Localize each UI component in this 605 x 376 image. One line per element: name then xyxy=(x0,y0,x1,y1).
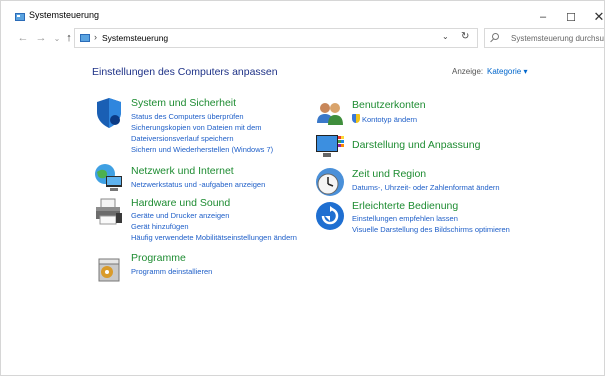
users-icon[interactable] xyxy=(315,99,345,129)
link-uninstall-program[interactable]: Programm deinstallieren xyxy=(131,267,212,276)
link-backup-files[interactable]: Sicherungskopien von Dateien mit dem xyxy=(131,123,262,132)
maximize-button[interactable]: ☐ xyxy=(556,5,586,29)
category-title-appearance[interactable]: Darstellung und Anpassung xyxy=(352,139,480,151)
link-optimize-display[interactable]: Visuelle Darstellung des Bildschirms opt… xyxy=(352,225,510,234)
link-devices-printers[interactable]: Geräte und Drucker anzeigen xyxy=(131,211,229,220)
link-file-history[interactable]: Dateiversionsverlauf speichern xyxy=(131,134,234,143)
control-panel-icon xyxy=(80,34,90,42)
window-title: Systemsteuerung xyxy=(29,10,100,20)
address-bar[interactable]: › Systemsteuerung ⌄ ↻ xyxy=(74,28,478,48)
category-title-clock-region[interactable]: Zeit und Region xyxy=(352,168,426,180)
close-button[interactable]: ✕ xyxy=(584,5,604,29)
search-input[interactable]: Systemsteuerung durchsuchen xyxy=(511,34,604,43)
link-backup-restore[interactable]: Sichern und Wiederherstellen (Windows 7) xyxy=(131,145,273,154)
category-title-programs[interactable]: Programme xyxy=(131,252,186,264)
network-globe-icon[interactable] xyxy=(94,162,124,192)
link-date-time-format[interactable]: Datums-, Uhrzeit- oder Zahlenformat ände… xyxy=(352,183,500,192)
link-network-status[interactable]: Netzwerkstatus und -aufgaben anzeigen xyxy=(131,180,265,189)
category-title-ease-of-access[interactable]: Erleichterte Bedienung xyxy=(352,200,458,212)
uac-shield-icon xyxy=(352,114,360,123)
clock-globe-icon[interactable] xyxy=(315,167,345,197)
category-title-hardware[interactable]: Hardware und Sound xyxy=(131,197,230,209)
link-check-computer-status[interactable]: Status des Computers überprüfen xyxy=(131,112,244,121)
control-panel-icon xyxy=(15,13,25,21)
link-add-device[interactable]: Gerät hinzufügen xyxy=(131,222,189,231)
address-dropdown-icon[interactable]: ⌄ xyxy=(442,32,449,41)
appearance-monitor-icon[interactable] xyxy=(315,132,345,162)
search-icon xyxy=(492,33,499,40)
ease-of-access-icon[interactable] xyxy=(315,201,345,231)
back-button[interactable]: ← xyxy=(16,32,30,44)
printer-icon[interactable] xyxy=(94,197,124,227)
link-mobility-settings[interactable]: Häufig verwendete Mobilitätseinstellunge… xyxy=(131,233,297,242)
shield-icon[interactable] xyxy=(94,98,124,128)
view-by-label: Anzeige: xyxy=(452,67,484,76)
forward-button[interactable]: → xyxy=(34,32,48,44)
link-change-account-type[interactable]: Kontotyp ändern xyxy=(352,114,417,124)
programs-box-icon[interactable] xyxy=(95,253,125,283)
breadcrumb-chevron-icon[interactable]: › xyxy=(94,32,97,42)
minimize-button[interactable]: – xyxy=(528,5,558,29)
refresh-icon[interactable]: ↻ xyxy=(461,31,469,42)
title-bar: Systemsteuerung – ☐ ✕ xyxy=(1,1,604,31)
category-title-user-accounts[interactable]: Benutzerkonten xyxy=(352,99,426,111)
link-change-account-type-label: Kontotyp ändern xyxy=(362,115,418,124)
category-title-system-security[interactable]: System und Sicherheit xyxy=(131,97,236,109)
view-by-dropdown[interactable]: Kategorie ▾ xyxy=(487,67,527,76)
link-recommend-settings[interactable]: Einstellungen empfehlen lassen xyxy=(352,214,458,223)
control-panel-window: Systemsteuerung – ☐ ✕ ← → ⌄ ↑ › Systemst… xyxy=(0,0,605,376)
page-title: Einstellungen des Computers anpassen xyxy=(92,66,278,78)
search-box[interactable]: Systemsteuerung durchsuchen xyxy=(484,28,604,48)
category-title-network[interactable]: Netzwerk und Internet xyxy=(131,165,234,177)
breadcrumb-control-panel[interactable]: Systemsteuerung xyxy=(102,33,168,43)
